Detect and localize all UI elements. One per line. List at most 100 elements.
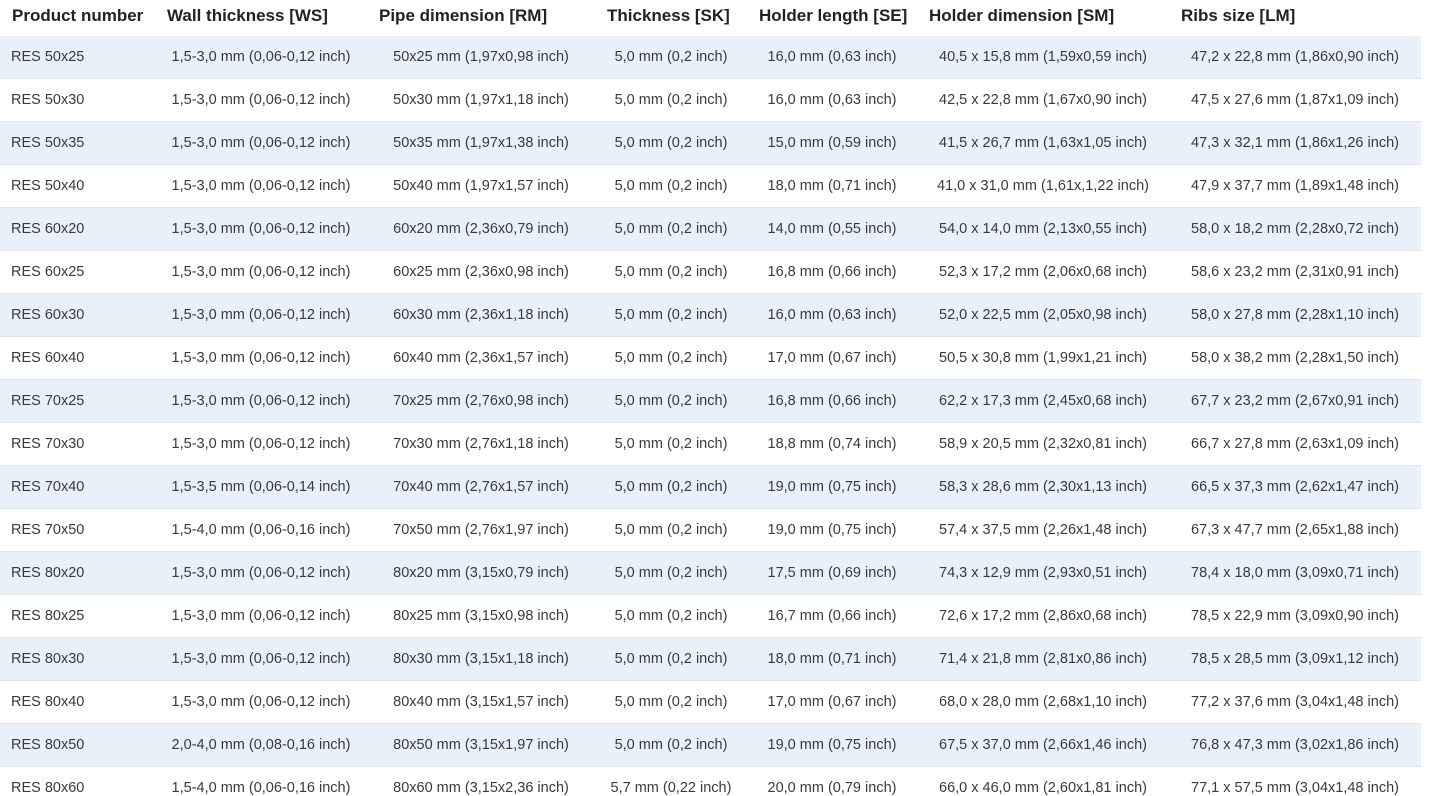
cell-holder-dimension: 66,0 x 46,0 mm (2,60x1,81 inch) — [917, 766, 1169, 796]
cell-pipe-dimension: 70x40 mm (2,76x1,57 inch) — [367, 465, 595, 509]
cell-holder-dimension: 50,5 x 30,8 mm (1,99x1,21 inch) — [917, 336, 1169, 380]
table-row: RES 70x50 1,5-4,0 mm (0,06-0,16 inch) 70x5… — [0, 508, 1421, 552]
cell-holder-dimension: 72,6 x 17,2 mm (2,86x0,68 inch) — [917, 594, 1169, 638]
cell-holder-length: 19,0 mm (0,75 inch) — [747, 465, 917, 509]
cell-holder-dimension: 68,0 x 28,0 mm (2,68x1,10 inch) — [917, 680, 1169, 724]
cell-product-number: RES 50x30 — [0, 78, 155, 122]
cell-ribs-size: 58,0 x 38,2 mm (2,28x1,50 inch) — [1169, 336, 1421, 380]
cell-holder-dimension: 40,5 x 15,8 mm (1,59x0,59 inch) — [917, 36, 1169, 79]
cell-holder-length: 15,0 mm (0,59 inch) — [747, 121, 917, 165]
table-row: RES 80x25 1,5-3,0 mm (0,06-0,12 inch) 80x2… — [0, 594, 1421, 638]
cell-holder-dimension: 71,4 x 21,8 mm (2,81x0,86 inch) — [917, 637, 1169, 681]
cell-thickness: 5,0 mm (0,2 inch) — [595, 293, 747, 337]
cell-wall-thickness: 1,5-3,0 mm (0,06-0,12 inch) — [155, 594, 367, 638]
cell-holder-length: 18,0 mm (0,71 inch) — [747, 164, 917, 208]
table-body: RES 50x25 1,5-3,0 mm (0,06-0,12 inch) 50x2… — [0, 36, 1421, 796]
cell-wall-thickness: 1,5-3,0 mm (0,06-0,12 inch) — [155, 207, 367, 251]
cell-product-number: RES 60x20 — [0, 207, 155, 251]
cell-thickness: 5,0 mm (0,2 inch) — [595, 36, 747, 79]
cell-wall-thickness: 1,5-3,0 mm (0,06-0,12 inch) — [155, 551, 367, 595]
cell-product-number: RES 60x40 — [0, 336, 155, 380]
cell-ribs-size: 47,5 x 27,6 mm (1,87x1,09 inch) — [1169, 78, 1421, 122]
cell-ribs-size: 77,1 x 57,5 mm (3,04x1,48 inch) — [1169, 766, 1421, 796]
table-row: RES 50x35 1,5-3,0 mm (0,06-0,12 inch) 50x3… — [0, 121, 1421, 165]
cell-pipe-dimension: 70x50 mm (2,76x1,97 inch) — [367, 508, 595, 552]
header-wall-thickness: Wall thickness [WS] — [155, 0, 367, 36]
cell-holder-length: 16,0 mm (0,63 inch) — [747, 78, 917, 122]
cell-thickness: 5,0 mm (0,2 inch) — [595, 164, 747, 208]
cell-thickness: 5,0 mm (0,2 inch) — [595, 121, 747, 165]
cell-thickness: 5,0 mm (0,2 inch) — [595, 250, 747, 294]
header-thickness: Thickness [SK] — [595, 0, 747, 36]
cell-wall-thickness: 1,5-4,0 mm (0,06-0,16 inch) — [155, 508, 367, 552]
cell-wall-thickness: 1,5-4,0 mm (0,06-0,16 inch) — [155, 766, 367, 796]
cell-thickness: 5,0 mm (0,2 inch) — [595, 508, 747, 552]
cell-product-number: RES 50x40 — [0, 164, 155, 208]
header-holder-length: Holder length [SE] — [747, 0, 917, 36]
table-row: RES 70x25 1,5-3,0 mm (0,06-0,12 inch) 70x2… — [0, 379, 1421, 423]
cell-holder-length: 14,0 mm (0,55 inch) — [747, 207, 917, 251]
cell-pipe-dimension: 50x40 mm (1,97x1,57 inch) — [367, 164, 595, 208]
table-row: RES 80x60 1,5-4,0 mm (0,06-0,16 inch) 80x6… — [0, 766, 1421, 796]
table-row: RES 80x30 1,5-3,0 mm (0,06-0,12 inch) 80x3… — [0, 637, 1421, 681]
cell-holder-dimension: 52,3 x 17,2 mm (2,06x0,68 inch) — [917, 250, 1169, 294]
cell-product-number: RES 50x35 — [0, 121, 155, 165]
cell-product-number: RES 60x25 — [0, 250, 155, 294]
cell-product-number: RES 60x30 — [0, 293, 155, 337]
cell-holder-length: 20,0 mm (0,79 inch) — [747, 766, 917, 796]
cell-wall-thickness: 1,5-3,0 mm (0,06-0,12 inch) — [155, 121, 367, 165]
table-row: RES 80x50 2,0-4,0 mm (0,08-0,16 inch) 80x5… — [0, 723, 1421, 767]
table-header: Product number Wall thickness [WS] Pipe … — [0, 0, 1421, 36]
cell-product-number: RES 80x25 — [0, 594, 155, 638]
table-row: RES 50x30 1,5-3,0 mm (0,06-0,12 inch) 50x3… — [0, 78, 1421, 122]
header-ribs-size: Ribs size [LM] — [1169, 0, 1421, 36]
header-holder-dimension: Holder dimension [SM] — [917, 0, 1169, 36]
cell-holder-length: 16,0 mm (0,63 inch) — [747, 36, 917, 79]
cell-product-number: RES 80x40 — [0, 680, 155, 724]
cell-wall-thickness: 1,5-3,0 mm (0,06-0,12 inch) — [155, 422, 367, 466]
cell-product-number: RES 80x20 — [0, 551, 155, 595]
cell-wall-thickness: 1,5-3,5 mm (0,06-0,14 inch) — [155, 465, 367, 509]
cell-product-number: RES 70x50 — [0, 508, 155, 552]
cell-wall-thickness: 2,0-4,0 mm (0,08-0,16 inch) — [155, 723, 367, 767]
cell-holder-dimension: 42,5 x 22,8 mm (1,67x0,90 inch) — [917, 78, 1169, 122]
cell-wall-thickness: 1,5-3,0 mm (0,06-0,12 inch) — [155, 637, 367, 681]
cell-pipe-dimension: 60x30 mm (2,36x1,18 inch) — [367, 293, 595, 337]
cell-thickness: 5,0 mm (0,2 inch) — [595, 336, 747, 380]
cell-thickness: 5,0 mm (0,2 inch) — [595, 422, 747, 466]
table-row: RES 80x40 1,5-3,0 mm (0,06-0,12 inch) 80x4… — [0, 680, 1421, 724]
cell-ribs-size: 47,9 x 37,7 mm (1,89x1,48 inch) — [1169, 164, 1421, 208]
cell-wall-thickness: 1,5-3,0 mm (0,06-0,12 inch) — [155, 36, 367, 79]
table-row: RES 70x30 1,5-3,0 mm (0,06-0,12 inch) 70x3… — [0, 422, 1421, 466]
cell-product-number: RES 80x30 — [0, 637, 155, 681]
table-row: RES 60x40 1,5-3,0 mm (0,06-0,12 inch) 60x4… — [0, 336, 1421, 380]
cell-pipe-dimension: 70x30 mm (2,76x1,18 inch) — [367, 422, 595, 466]
cell-ribs-size: 77,2 x 37,6 mm (3,04x1,48 inch) — [1169, 680, 1421, 724]
cell-holder-length: 19,0 mm (0,75 inch) — [747, 723, 917, 767]
cell-pipe-dimension: 60x40 mm (2,36x1,57 inch) — [367, 336, 595, 380]
cell-holder-dimension: 58,9 x 20,5 mm (2,32x0,81 inch) — [917, 422, 1169, 466]
table-row: RES 60x20 1,5-3,0 mm (0,06-0,12 inch) 60x2… — [0, 207, 1421, 251]
cell-pipe-dimension: 60x20 mm (2,36x0,79 inch) — [367, 207, 595, 251]
cell-ribs-size: 47,2 x 22,8 mm (1,86x0,90 inch) — [1169, 36, 1421, 79]
cell-ribs-size: 78,4 x 18,0 mm (3,09x0,71 inch) — [1169, 551, 1421, 595]
cell-holder-length: 16,8 mm (0,66 inch) — [747, 250, 917, 294]
cell-thickness: 5,0 mm (0,2 inch) — [595, 637, 747, 681]
table-row: RES 50x25 1,5-3,0 mm (0,06-0,12 inch) 50x2… — [0, 36, 1421, 79]
cell-holder-length: 19,0 mm (0,75 inch) — [747, 508, 917, 552]
header-product-number: Product number — [0, 0, 155, 36]
cell-thickness: 5,0 mm (0,2 inch) — [595, 78, 747, 122]
cell-holder-dimension: 41,5 x 26,7 mm (1,63x1,05 inch) — [917, 121, 1169, 165]
cell-holder-length: 18,0 mm (0,71 inch) — [747, 637, 917, 681]
cell-ribs-size: 76,8 x 47,3 mm (3,02x1,86 inch) — [1169, 723, 1421, 767]
cell-pipe-dimension: 80x30 mm (3,15x1,18 inch) — [367, 637, 595, 681]
cell-holder-length: 16,0 mm (0,63 inch) — [747, 293, 917, 337]
product-spec-table: Product number Wall thickness [WS] Pipe … — [0, 0, 1421, 796]
cell-wall-thickness: 1,5-3,0 mm (0,06-0,12 inch) — [155, 336, 367, 380]
cell-ribs-size: 66,7 x 27,8 mm (2,63x1,09 inch) — [1169, 422, 1421, 466]
cell-thickness: 5,0 mm (0,2 inch) — [595, 723, 747, 767]
cell-pipe-dimension: 80x50 mm (3,15x1,97 inch) — [367, 723, 595, 767]
cell-thickness: 5,0 mm (0,2 inch) — [595, 379, 747, 423]
cell-holder-dimension: 62,2 x 17,3 mm (2,45x0,68 inch) — [917, 379, 1169, 423]
product-table-container: Product number Wall thickness [WS] Pipe … — [0, 0, 1429, 796]
